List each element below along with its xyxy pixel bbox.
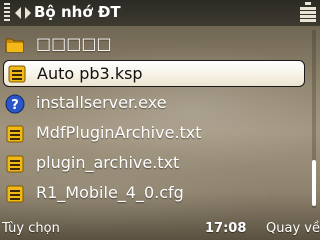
list-item[interactable]: ? installserver.exe	[0, 89, 312, 118]
file-icon	[6, 185, 24, 203]
file-icon	[6, 125, 24, 143]
file-list: □□□□□ Auto pb3.ksp ? installserver.exe M…	[0, 30, 312, 210]
list-item-label: plugin_archive.txt	[36, 153, 180, 172]
list-item[interactable]: MdfPluginArchive.txt	[0, 119, 312, 148]
back-softkey[interactable]: Quay về	[266, 221, 320, 236]
phone-screen: Bộ nhớ ĐT □□□□□ Auto pb3.ksp ? installse…	[0, 0, 320, 240]
unknown-file-icon: ?	[5, 94, 25, 114]
svg-text:?: ?	[11, 98, 19, 113]
signal-strength-icon	[4, 2, 11, 22]
list-item-label: MdfPluginArchive.txt	[36, 123, 202, 142]
battery-icon	[300, 2, 316, 24]
navigation-arrows-icon[interactable]	[15, 6, 31, 20]
list-item-label: Auto pb3.ksp	[37, 64, 143, 83]
list-item-label: R1_Mobile_4_0.cfg	[36, 183, 184, 202]
scrollbar-thumb[interactable]	[312, 160, 316, 206]
softkey-bar: Tùy chọn 17:08 Quay về	[0, 218, 320, 240]
page-title: Bộ nhớ ĐT	[34, 3, 121, 21]
list-item[interactable]: □□□□□	[0, 30, 312, 59]
list-item-label: installserver.exe	[36, 93, 167, 112]
list-item[interactable]: plugin_archive.txt	[0, 149, 312, 178]
folder-icon	[5, 38, 24, 53]
scrollbar[interactable]	[312, 30, 316, 208]
title-bar: Bộ nhớ ĐT	[0, 0, 320, 26]
options-softkey[interactable]: Tùy chọn	[2, 221, 60, 236]
file-icon	[6, 155, 24, 173]
file-icon	[8, 65, 26, 83]
list-item-selected[interactable]: Auto pb3.ksp	[3, 60, 305, 87]
list-item-label: □□□□□	[36, 34, 112, 53]
clock: 17:08	[205, 221, 247, 236]
list-item[interactable]: R1_Mobile_4_0.cfg	[0, 179, 312, 208]
